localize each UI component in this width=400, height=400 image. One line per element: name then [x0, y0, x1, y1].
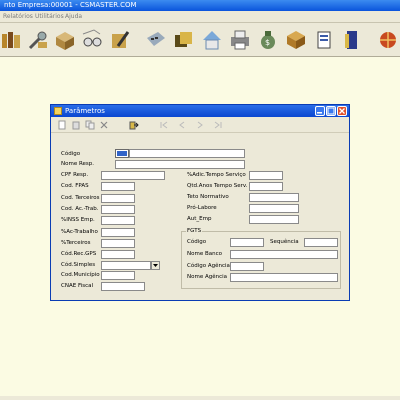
folders-icon[interactable]	[172, 28, 196, 52]
fgts-codigo-agencia-field[interactable]	[230, 262, 264, 271]
printer-icon[interactable]	[228, 28, 252, 52]
copy-icon[interactable]	[85, 120, 95, 130]
aut-emp-field[interactable]	[249, 215, 299, 224]
package-icon[interactable]	[284, 28, 308, 52]
svg-text:$: $	[265, 38, 270, 47]
chevron-down-icon	[153, 264, 158, 267]
document-icon[interactable]	[312, 28, 336, 52]
codigo-description-field[interactable]	[129, 149, 245, 158]
label-cod-municipio: Cod.Município	[61, 272, 100, 278]
menu-relatorios[interactable]: Relatórios	[3, 11, 33, 23]
exit-icon[interactable]	[129, 120, 139, 130]
fgts-group-title: FGTS	[186, 228, 203, 235]
label-cod-terceiros: Cod. Terceiros	[61, 195, 100, 201]
close-button[interactable]	[337, 106, 347, 116]
menu-ajuda[interactable]: Ajuda	[65, 11, 82, 23]
label-cnae-fiscal: CNAE Fiscal	[61, 283, 94, 289]
glasses-icon[interactable]	[80, 28, 104, 52]
menu-utilitarios[interactable]: Utilitários	[35, 11, 64, 23]
delete-icon[interactable]	[71, 120, 81, 130]
fgts-nome-agencia-field[interactable]	[230, 273, 338, 282]
bottom-scrollbar[interactable]	[0, 396, 400, 400]
next-record-icon[interactable]	[195, 120, 205, 130]
fgts-nome-banco-field[interactable]	[230, 250, 338, 259]
codigo-input[interactable]	[115, 149, 129, 158]
label-teto-normativo: Teto Normativo	[187, 194, 229, 200]
pencil-book-icon[interactable]	[108, 28, 132, 52]
inss-emp-field[interactable]	[101, 216, 135, 225]
minimize-button[interactable]	[315, 106, 325, 116]
books-icon[interactable]	[0, 28, 24, 52]
label-fgts-sequencia: Sequência	[270, 239, 299, 245]
cod-fpas-field[interactable]	[101, 182, 135, 191]
label-inss-emp: %INSS Emp.	[61, 217, 95, 223]
label-fgts-nome-agencia: Nome Agência	[187, 274, 228, 280]
label-cod-fpas: Cod. FPAS	[61, 183, 89, 189]
label-fgts-codigo-agencia: Código Agência	[187, 263, 230, 269]
fgts-sequencia-field[interactable]	[304, 238, 338, 247]
label-aut-emp: Aut_Emp	[187, 216, 212, 222]
ac-trabalho-field[interactable]	[101, 228, 135, 237]
nome-resp-field[interactable]	[115, 160, 245, 169]
house-icon[interactable]	[200, 28, 224, 52]
dialog-title: Parâmetros	[65, 107, 105, 115]
first-record-icon[interactable]	[159, 120, 169, 130]
box-icon[interactable]	[53, 28, 77, 52]
dialog-app-icon	[54, 107, 62, 115]
wrench-icon[interactable]	[26, 28, 50, 52]
adic-tempo-servico-field[interactable]	[249, 171, 283, 180]
label-fgts-nome-banco: Nome Banco	[187, 251, 222, 257]
label-pro-labore: Pró-Labore	[187, 205, 217, 211]
label-qtd-anos-tempo-serv: Qtd.Anos Tempo Serv.	[187, 183, 248, 189]
fgts-codigo-field[interactable]	[230, 238, 264, 247]
label-adic-tempo-servico: %Adic.Tempo Serviço	[187, 172, 246, 178]
new-icon[interactable]	[57, 120, 67, 130]
door-icon[interactable]	[340, 28, 364, 52]
cod-municipio-field[interactable]	[101, 271, 135, 280]
cnae-fiscal-field[interactable]	[101, 282, 145, 291]
fgts-group: FGTS Código Sequência Nome Banco Código …	[181, 228, 341, 289]
menu-bar: Relatórios Utilitários Ajuda	[0, 11, 400, 23]
label-cod-ac-trab: Cod. Ac.-Trab.	[61, 206, 99, 212]
terceiros-field[interactable]	[101, 239, 135, 248]
calculator-icon[interactable]	[144, 28, 168, 52]
cancel-icon[interactable]	[99, 120, 109, 130]
label-fgts-codigo: Código	[187, 239, 207, 245]
label-cod-simples: Cód.Simples	[61, 262, 96, 268]
cod-rec-gps-field[interactable]	[101, 250, 135, 259]
globe-icon[interactable]	[376, 28, 400, 52]
cod-ac-trab-field[interactable]	[101, 205, 135, 214]
label-cod-rec-gps: Cód.Rec.GPS	[61, 251, 97, 257]
cpf-resp-field[interactable]	[101, 171, 165, 180]
parametros-dialog: Parâmetros Código Nome Resp. CPF Resp. C…	[50, 104, 350, 301]
last-record-icon[interactable]	[213, 120, 223, 130]
app-title: nto Empresa:00001 - CSMASTER.COM	[4, 1, 137, 9]
pro-labore-field[interactable]	[249, 204, 299, 213]
cod-simples-dropdown-button[interactable]	[151, 261, 160, 270]
label-cpf-resp: CPF Resp.	[61, 172, 89, 178]
label-nome-resp: Nome Resp.	[61, 161, 95, 167]
cod-simples-select[interactable]	[101, 261, 151, 270]
dialog-toolbar	[51, 117, 349, 133]
label-ac-trabalho: %Ac-Trabalho	[61, 229, 98, 235]
label-terceiros: %Terceiros	[61, 240, 91, 246]
maximize-button[interactable]	[326, 106, 336, 116]
main-toolbar: $	[0, 23, 400, 57]
qtd-anos-tempo-serv-field[interactable]	[249, 182, 283, 191]
app-titlebar: nto Empresa:00001 - CSMASTER.COM	[0, 0, 400, 11]
teto-normativo-field[interactable]	[249, 193, 299, 202]
prev-record-icon[interactable]	[177, 120, 187, 130]
dialog-titlebar[interactable]: Parâmetros	[51, 105, 349, 117]
moneybag-icon[interactable]: $	[256, 28, 280, 52]
label-codigo: Código	[61, 151, 81, 157]
cod-terceiros-field[interactable]	[101, 194, 135, 203]
